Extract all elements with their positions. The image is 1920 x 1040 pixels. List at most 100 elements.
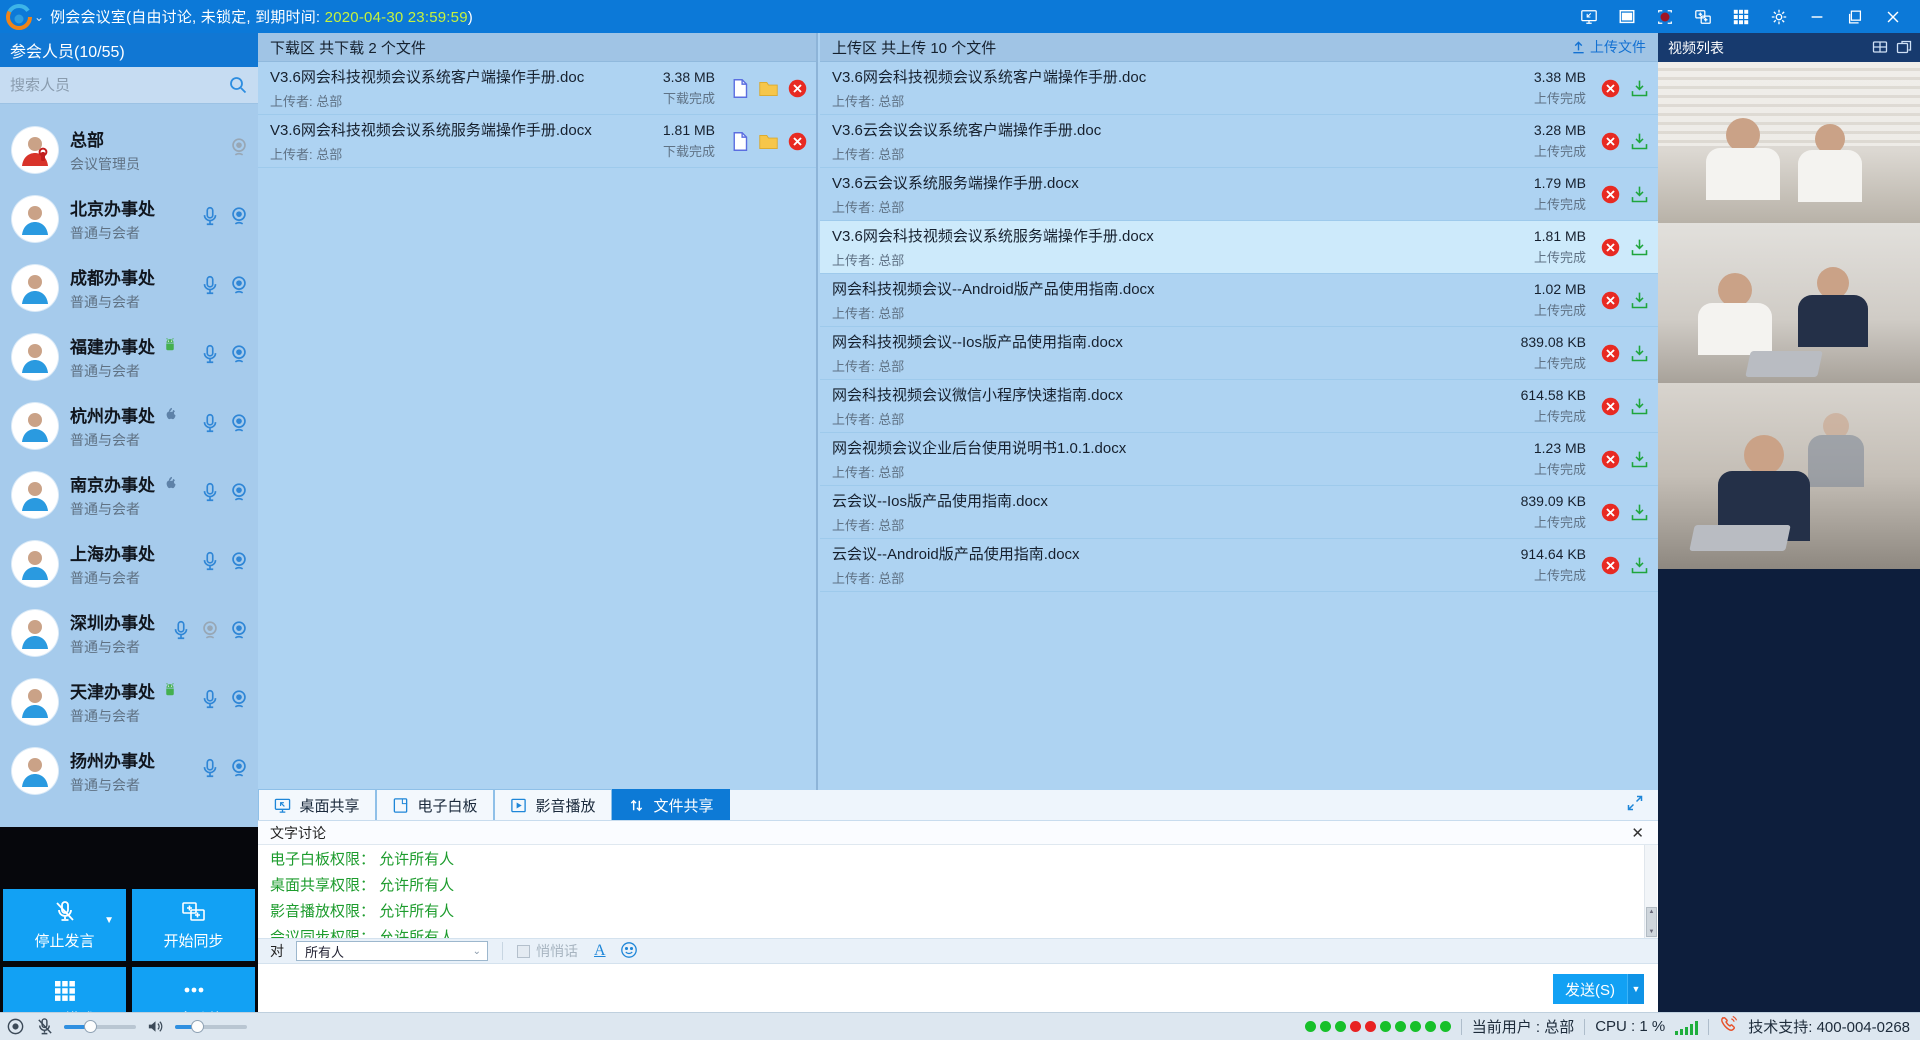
- upload-file-row[interactable]: V3.6网会科技视频会议系统客户端操作手册.doc上传者: 总部 3.38 MB…: [820, 62, 1658, 115]
- delete-file-icon[interactable]: [1600, 290, 1621, 311]
- download-file-icon[interactable]: [1629, 396, 1650, 417]
- emoji-button[interactable]: [620, 941, 638, 962]
- start-sync-button[interactable]: 开始同步: [132, 889, 255, 961]
- upload-file-row[interactable]: 云会议--Ios版产品使用指南.docx上传者: 总部 839.09 KB上传完…: [820, 486, 1658, 539]
- open-folder-icon[interactable]: [758, 78, 779, 99]
- layout-grid-icon[interactable]: [1728, 6, 1754, 28]
- chevron-down-icon[interactable]: ⌄: [34, 10, 44, 24]
- maximize-button[interactable]: [1842, 6, 1868, 28]
- search-icon[interactable]: [228, 75, 248, 95]
- delete-file-icon[interactable]: [1600, 555, 1621, 576]
- tab-whiteboard[interactable]: 电子白板: [376, 789, 494, 820]
- search-input[interactable]: [0, 67, 258, 103]
- participant-row[interactable]: 杭州办事处 普通与会者: [0, 391, 258, 460]
- mic-icon[interactable]: [199, 688, 221, 715]
- delete-file-icon[interactable]: [787, 78, 808, 99]
- expand-fullscreen-icon[interactable]: [1626, 794, 1644, 817]
- download-file-icon[interactable]: [1629, 343, 1650, 364]
- participant-row[interactable]: 北京办事处 普通与会者: [0, 184, 258, 253]
- record-icon[interactable]: [1652, 6, 1678, 28]
- chat-scrollbar[interactable]: ▲▼: [1644, 845, 1657, 938]
- video-layout-icon[interactable]: [1872, 40, 1888, 56]
- delete-file-icon[interactable]: [1600, 502, 1621, 523]
- send-button[interactable]: 发送(S): [1553, 974, 1627, 1004]
- message-compose-area[interactable]: 发送(S) ▼: [258, 964, 1658, 1012]
- participant-row[interactable]: 深圳办事处 普通与会者: [0, 598, 258, 667]
- camera-icon[interactable]: [228, 688, 250, 715]
- participant-row[interactable]: 福建办事处 普通与会者: [0, 322, 258, 391]
- upload-file-row[interactable]: 网会视频会议企业后台使用说明书1.0.1.docx上传者: 总部 1.23 MB…: [820, 433, 1658, 486]
- upload-file-row[interactable]: 网会科技视频会议微信小程序快速指南.docx上传者: 总部 614.58 KB上…: [820, 380, 1658, 433]
- recipient-select[interactable]: 所有人⌄: [296, 941, 488, 961]
- send-options-caret[interactable]: ▼: [1627, 974, 1644, 1004]
- open-file-icon[interactable]: [729, 78, 750, 99]
- mic-icon[interactable]: [199, 757, 221, 784]
- download-file-icon[interactable]: [1629, 184, 1650, 205]
- speaker-icon[interactable]: [146, 1017, 165, 1036]
- participant-row[interactable]: 南京办事处 普通与会者: [0, 460, 258, 529]
- minimize-button[interactable]: [1804, 6, 1830, 28]
- upload-file-button[interactable]: 上传文件: [1571, 37, 1646, 57]
- close-icon[interactable]: ✕: [1619, 824, 1648, 842]
- speaker-volume-slider[interactable]: [175, 1025, 247, 1029]
- participant-row[interactable]: 扬州办事处 普通与会者: [0, 736, 258, 805]
- download-file-icon[interactable]: [1629, 290, 1650, 311]
- video-thumbnail-2[interactable]: [1658, 223, 1920, 383]
- participant-row[interactable]: 成都办事处 普通与会者: [0, 253, 258, 322]
- mic-icon[interactable]: [199, 205, 221, 232]
- stop-speaking-button[interactable]: 停止发言 ▼: [3, 889, 126, 961]
- font-style-button[interactable]: A: [594, 942, 606, 960]
- video-thumbnail-3[interactable]: [1658, 383, 1920, 569]
- download-file-row[interactable]: V3.6网会科技视频会议系统服务端操作手册.docx上传者: 总部 1.81 M…: [258, 115, 816, 168]
- mic-volume-slider[interactable]: [64, 1025, 136, 1029]
- remote-desktop-icon[interactable]: [1576, 6, 1602, 28]
- whisper-checkbox[interactable]: 悄悄话: [517, 941, 578, 961]
- camera-icon[interactable]: [228, 274, 250, 301]
- upload-file-row-selected[interactable]: V3.6网会科技视频会议系统服务端操作手册.docx上传者: 总部 1.81 M…: [820, 221, 1658, 274]
- mic-muted-icon[interactable]: [35, 1017, 54, 1036]
- upload-file-row[interactable]: 云会议--Android版产品使用指南.docx上传者: 总部 914.64 K…: [820, 539, 1658, 592]
- camera-icon[interactable]: [228, 550, 250, 577]
- camera-icon[interactable]: [228, 619, 250, 646]
- video-thumbnail-1[interactable]: [1658, 62, 1920, 223]
- camera-off-icon[interactable]: [199, 619, 221, 646]
- participant-row[interactable]: 天津办事处 普通与会者: [0, 667, 258, 736]
- delete-file-icon[interactable]: [1600, 131, 1621, 152]
- upload-file-row[interactable]: V3.6云会议系统服务端操作手册.docx上传者: 总部 1.79 MB上传完成: [820, 168, 1658, 221]
- delete-file-icon[interactable]: [787, 131, 808, 152]
- mic-icon[interactable]: [170, 619, 192, 646]
- delete-file-icon[interactable]: [1600, 396, 1621, 417]
- tab-desktop-share[interactable]: 桌面共享: [258, 789, 376, 820]
- mic-icon[interactable]: [199, 550, 221, 577]
- camera-icon[interactable]: [228, 412, 250, 439]
- dropdown-caret-icon[interactable]: ▼: [104, 915, 114, 926]
- camera-icon[interactable]: [228, 757, 250, 784]
- tab-media-play[interactable]: 影音播放: [494, 789, 612, 820]
- download-file-icon[interactable]: [1629, 78, 1650, 99]
- download-file-icon[interactable]: [1629, 502, 1650, 523]
- camera-icon[interactable]: [228, 481, 250, 508]
- download-file-icon[interactable]: [1629, 449, 1650, 470]
- delete-file-icon[interactable]: [1600, 78, 1621, 99]
- delete-file-icon[interactable]: [1600, 184, 1621, 205]
- app-logo-icon[interactable]: [6, 4, 32, 30]
- fullscreen-icon[interactable]: [1614, 6, 1640, 28]
- close-button[interactable]: [1880, 6, 1906, 28]
- participant-row[interactable]: 上海办事处 普通与会者: [0, 529, 258, 598]
- mic-icon[interactable]: [199, 412, 221, 439]
- download-file-icon[interactable]: [1629, 555, 1650, 576]
- open-folder-icon[interactable]: [758, 131, 779, 152]
- delete-file-icon[interactable]: [1600, 343, 1621, 364]
- video-popout-icon[interactable]: [1896, 40, 1912, 56]
- settings-icon[interactable]: [1766, 6, 1792, 28]
- scrollbar-thumb[interactable]: ▲▼: [1646, 907, 1657, 937]
- mic-icon[interactable]: [199, 274, 221, 301]
- camera-icon[interactable]: [228, 343, 250, 370]
- mic-icon[interactable]: [199, 343, 221, 370]
- open-file-icon[interactable]: [729, 131, 750, 152]
- tab-file-share[interactable]: 文件共享: [612, 789, 730, 820]
- camera-off-icon[interactable]: [228, 136, 250, 163]
- download-file-icon[interactable]: [1629, 131, 1650, 152]
- upload-file-row[interactable]: 网会科技视频会议--Ios版产品使用指南.docx上传者: 总部 839.08 …: [820, 327, 1658, 380]
- upload-file-row[interactable]: V3.6云会议会议系统客户端操作手册.doc上传者: 总部 3.28 MB上传完…: [820, 115, 1658, 168]
